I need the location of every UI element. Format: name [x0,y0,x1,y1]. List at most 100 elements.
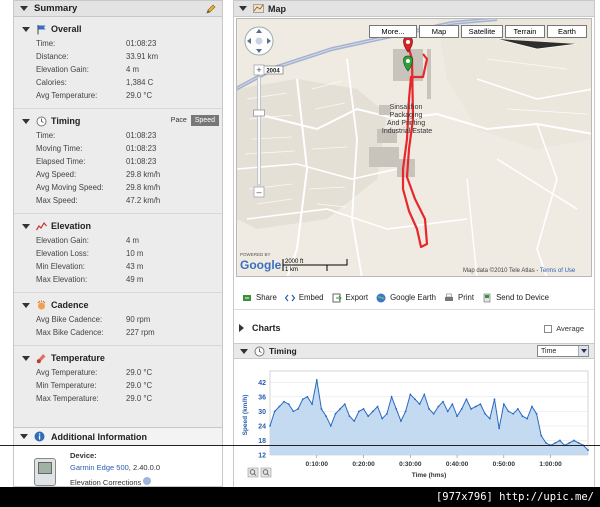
speed-point [353,420,356,422]
map-type-terrain-button[interactable]: Terrain [505,25,545,38]
speed-point [573,439,575,442]
stat-row: Max Speed: 47.2 km/h [14,194,222,207]
map-view[interactable]: Sinsakhon Packaging And Printing Industr… [236,18,592,277]
speed-point [498,427,501,430]
speed-point [395,408,398,410]
collapse-arrow-icon[interactable] [240,348,248,354]
speed-toggle-button[interactable]: Speed [190,115,219,126]
export-button[interactable]: Export [332,293,368,303]
collapse-arrow-icon[interactable] [20,434,28,439]
speed-point [540,434,543,437]
speed-point [348,415,351,418]
pencil-icon[interactable] [206,4,216,14]
send-to-device-button[interactable]: Send to Device [482,293,549,303]
stat-value: 33.91 km [126,52,159,61]
speed-point [526,417,529,420]
google-earth-button[interactable]: Google Earth [376,293,436,303]
stat-label: Max Elevation: [36,275,88,284]
stat-label: Min Elevation: [36,262,85,271]
section-elevation-header[interactable]: Elevation [14,218,222,234]
map-type-map-button[interactable]: Map [419,25,459,38]
embed-button[interactable]: Embed [284,293,324,303]
collapse-arrow-icon[interactable] [22,302,30,308]
printer-icon [445,293,454,301]
speed-point [325,415,328,418]
collapse-arrow-icon[interactable] [22,355,30,361]
speed-point [367,415,370,418]
globe-icon [376,293,386,302]
speed-point [301,398,304,401]
collapse-arrow-icon[interactable] [239,6,247,11]
stat-label: Distance: [36,52,69,61]
map-title: Map [268,3,286,14]
stat-value: 29.8 km/h [126,170,161,179]
collapse-arrow-icon[interactable] [20,6,28,11]
checkbox-icon[interactable] [544,324,553,333]
speed-point [273,410,276,413]
section-title: Temperature [51,353,105,363]
print-button[interactable]: Print [444,293,474,303]
zoom-slider-handle[interactable] [253,109,265,117]
flag-icon [37,24,46,34]
map-copyright: Map data ©2010 Tele Atlas - Terms of Use [463,267,576,274]
stat-row: Max Elevation: 49 m [14,273,222,286]
send-to-device-label: Send to Device [496,293,549,302]
x-tick-label: 0:20:00 [352,461,375,468]
expand-arrow-icon[interactable] [239,324,244,332]
speed-chart[interactable]: 12 18 24 30 36 42 0:10:00 0:20:00 0:30:00 0:40:00… [234,361,594,489]
speed-point [400,420,402,422]
terms-link[interactable]: Terms of Use [540,268,576,274]
summary-header[interactable]: Summary [14,1,222,17]
x-axis-select[interactable]: Time [537,345,589,357]
device-value: Garmin Edge 500, 2.40.0.0 [70,463,160,472]
map-canvas[interactable]: Sinsakhon Packaging And Printing Industr… [237,19,592,277]
share-button[interactable]: Share [242,293,277,303]
google-logo[interactable]: Google [240,258,282,272]
scale-ft-label: 2000 ft [285,259,304,265]
summary-panel: Summary Overall Time: 01:08:23 Distance: 3… [13,0,223,460]
section-timing: Timing Pace Speed Time: 01:08:23 Moving T… [14,109,222,214]
stat-row: Distance: 33.91 km [14,50,222,63]
speed-point [437,405,440,408]
section-title: Timing [51,116,81,126]
collapse-arrow-icon[interactable] [22,26,30,32]
timing-chart-header[interactable]: Timing Time [234,343,594,359]
average-checkbox[interactable]: Average [544,324,584,333]
collapse-arrow-icon[interactable] [22,223,30,229]
map-type-satellite-button[interactable]: Satellite [461,25,503,38]
additional-info-header[interactable]: Additional Information [14,428,222,446]
section-overall-header[interactable]: Overall [14,21,222,37]
device-link[interactable]: Garmin Edge 500 [70,463,129,472]
help-icon[interactable] [143,477,152,485]
y-tick-label: 18 [258,438,266,445]
section-cadence-header[interactable]: Cadence [14,297,222,313]
stat-label: Moving Time: [36,144,83,153]
pace-toggle-button[interactable]: Pace [166,115,191,126]
chevron-down-icon[interactable] [578,346,588,356]
y-tick-label: 30 [258,409,266,416]
x-axis-select-value: Time [541,347,557,355]
zoom-in-chart-icon[interactable] [247,467,259,478]
charts-header[interactable]: Charts Average [234,319,594,337]
speed-point [329,425,332,427]
map-header[interactable]: Map [234,1,594,17]
collapse-arrow-icon[interactable] [22,118,30,124]
x-tick-label: 0:10:00 [306,461,329,468]
section-temperature-header[interactable]: Temperature [14,350,222,366]
speed-point [479,403,482,405]
zoom-slider-track[interactable] [257,76,261,186]
stat-label: Avg Moving Speed: [36,183,104,192]
speed-point [311,403,313,405]
watermark-text: [977x796] http://upic.me/ [435,491,594,503]
speed-point [386,412,388,415]
share-label: Share [256,293,277,302]
stat-value: 29.0 °C [126,381,153,390]
stat-row: Avg Temperature: 29.0 °C [14,366,222,379]
zoom-out-chart-icon[interactable] [260,467,272,478]
speed-chart-canvas[interactable]: 12 18 24 30 36 42 0:10:00 0:20:00 0:30:00 0:40:00… [234,361,594,489]
send-to-device-icon [483,293,491,302]
pan-control[interactable] [244,26,274,56]
map-type-earth-button[interactable]: Earth [547,25,587,38]
map-type-more-button[interactable]: More... [369,25,417,38]
speed-point [493,398,496,401]
